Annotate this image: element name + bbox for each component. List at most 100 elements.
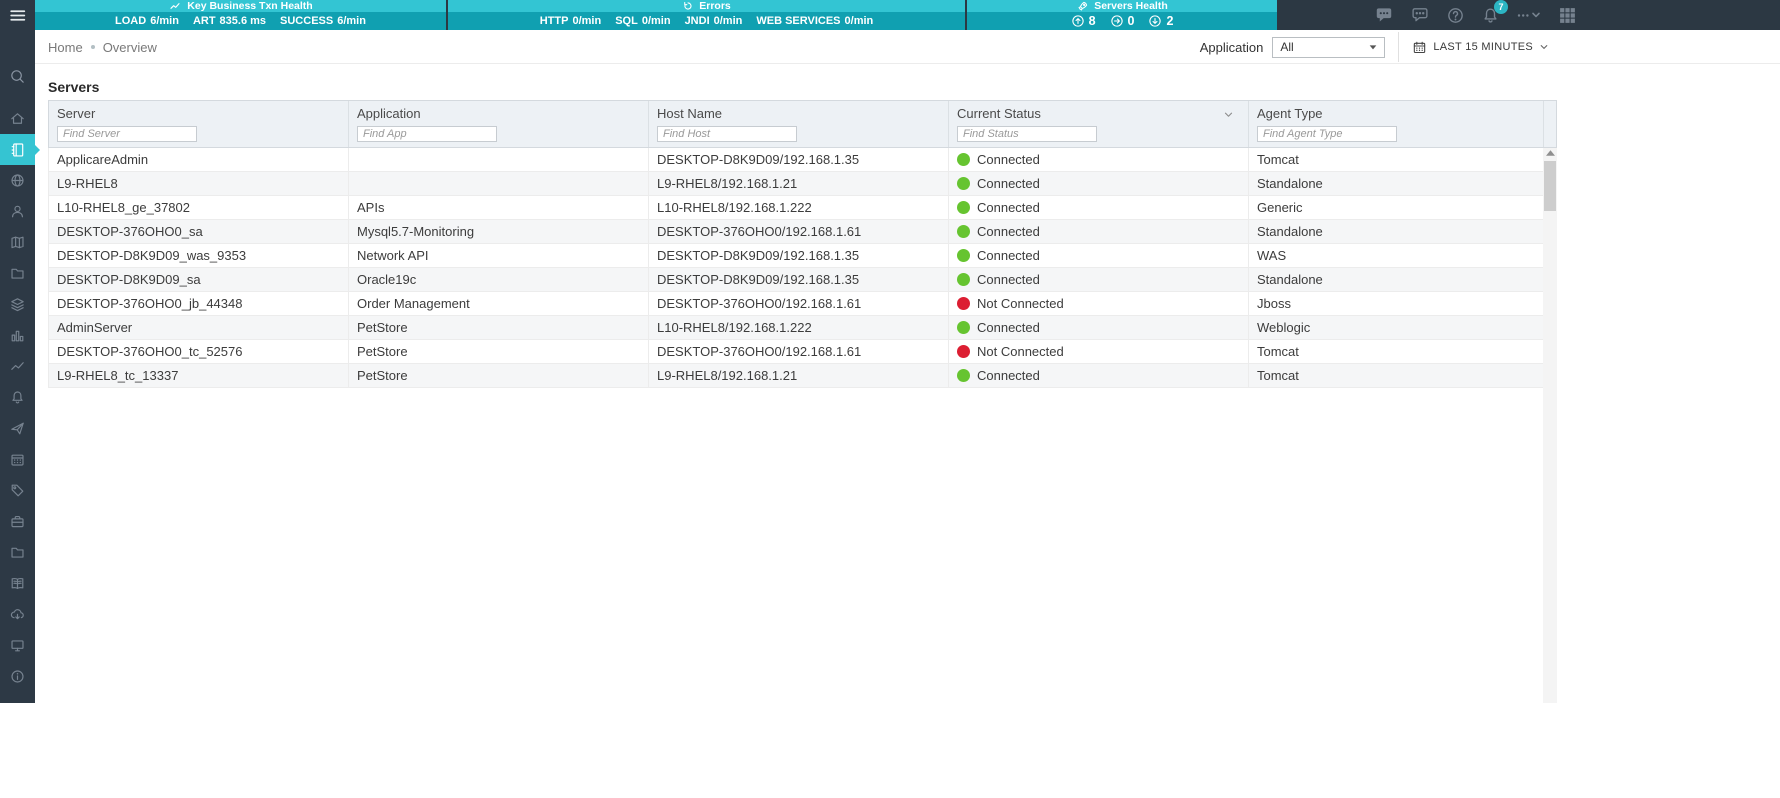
notifications-button[interactable]: 7 (1481, 0, 1508, 25)
hamburger-icon (8, 6, 27, 25)
status-text: Not Connected (977, 344, 1064, 359)
more-icon (1516, 6, 1542, 24)
filter-input-host-name[interactable] (657, 126, 797, 142)
global-filters: Application All LAST 15 MINUTES (1200, 30, 1549, 64)
sidebar-item-toolbox[interactable] (0, 506, 35, 537)
sidebar-item-users[interactable] (0, 196, 35, 227)
table-header: Server Application Host Name Current Status… (48, 100, 1557, 148)
sidebar-item-tags[interactable] (0, 475, 35, 506)
table-row[interactable]: DESKTOP-D8K9D09_sa Oracle19c DESKTOP-D8K9D… (48, 268, 1544, 292)
sidebar-item-analytics[interactable] (0, 351, 35, 382)
column-header-host-name[interactable]: Host Name (649, 101, 949, 147)
cell-application: Order Management (357, 296, 470, 311)
sidebar-item-consoles[interactable] (0, 630, 35, 661)
table-row[interactable]: DESKTOP-376OHO0_tc_52576 PetStore DESKTOP-… (48, 340, 1544, 364)
book-icon (9, 575, 26, 592)
apps-grid-button[interactable] (1558, 6, 1577, 25)
application-filter-label: Application (1199, 39, 1264, 55)
kpi-panel[interactable]: Errors HTTP 0/min SQL 0/min JNDI 0/min WEB SERV… (448, 0, 965, 30)
sidebar-item-transactions[interactable] (0, 227, 35, 258)
cell-server: L10-RHEL8_ge_37802 (57, 200, 190, 215)
calendar-icon (9, 451, 26, 468)
breadcrumb-item-overview[interactable]: Overview (103, 40, 157, 55)
scrollbar-thumb[interactable] (1544, 161, 1556, 211)
folder-icon (9, 544, 26, 561)
kpi-metric-label: JNDI (684, 15, 710, 27)
sidebar-item-logs[interactable] (0, 568, 35, 599)
help-button[interactable] (1446, 6, 1465, 25)
sidebar-item-integrations[interactable] (0, 289, 35, 320)
sidebar-item-home[interactable] (0, 103, 35, 134)
status-text: Connected (977, 272, 1040, 287)
column-header-application[interactable]: Application (349, 101, 649, 147)
application-select[interactable]: All (1272, 36, 1386, 58)
hamburger-menu-button[interactable] (0, 0, 35, 30)
filter-divider (1398, 32, 1400, 62)
kpi-metric-value: 0/min (572, 15, 602, 27)
user-icon (9, 203, 26, 220)
table-row[interactable]: DESKTOP-376OHO0_jb_44348 Order Management… (48, 292, 1544, 316)
cell-agent: Tomcat (1257, 344, 1299, 359)
table-row[interactable]: L9-RHEL8 L9-RHEL8/192.168.1.21 Connected St… (48, 172, 1544, 196)
kpi-panel[interactable]: Key Business Txn Health LOAD 6/min ART 835.6… (35, 0, 446, 30)
sidebar-item-applications[interactable] (0, 165, 35, 196)
table-row[interactable]: AdminServer PetStore L10-RHEL8/192.168.1.2… (48, 316, 1544, 340)
cell-application: PetStore (357, 368, 408, 383)
scroll-up-button[interactable] (1543, 150, 1557, 156)
status-text: Connected (977, 224, 1040, 239)
sidebar-item-notifications[interactable] (0, 413, 35, 444)
column-header-current-status[interactable]: Current Status (949, 101, 1249, 147)
status-dot (957, 225, 970, 238)
chat-filled-button[interactable] (1374, 5, 1394, 25)
application-select-value: All (1280, 40, 1294, 54)
sidebar-item-about[interactable] (0, 661, 35, 692)
sidebar-item-files[interactable] (0, 537, 35, 568)
kpi-metric-label: WEB SERVICES (756, 15, 841, 27)
filter-input-application[interactable] (357, 126, 497, 142)
time-range-select[interactable]: LAST 15 MINUTES (1412, 40, 1549, 55)
sidebar-item-cloud[interactable] (0, 599, 35, 630)
sidebar-item-reports[interactable] (0, 320, 35, 351)
globe-icon (9, 172, 26, 189)
cell-host: L10-RHEL8/192.168.1.222 (657, 320, 812, 335)
kpi-metric-label: ART (192, 15, 216, 27)
kpi-metric-value: 0/min (844, 15, 874, 27)
dropdown-arrow-icon (1367, 41, 1379, 53)
trend-icon (9, 358, 26, 375)
cell-host: DESKTOP-376OHO0/192.168.1.61 (657, 344, 862, 359)
sidebar-item-servers[interactable] (0, 134, 40, 165)
kpi-metric-value: 6/min (150, 15, 179, 27)
filter-input-server[interactable] (57, 126, 197, 142)
kpi-panel[interactable]: Servers Health 8 0 2 (967, 0, 1277, 30)
kpi-panel-title: Errors (699, 0, 731, 12)
sidebar-item-alerts[interactable] (0, 382, 35, 413)
kpi-metric-label: LOAD (115, 15, 147, 27)
column-header-agent-type[interactable]: Agent Type (1249, 101, 1544, 147)
table-row[interactable]: ApplicareAdmin DESKTOP-D8K9D09/192.168.1.… (48, 148, 1544, 172)
arrow-up-circle-icon (1071, 14, 1085, 28)
table-row[interactable]: L10-RHEL8_ge_37802 APIs L10-RHEL8/192.168.… (48, 196, 1544, 220)
status-text: Connected (977, 248, 1040, 263)
chat-outline-button[interactable] (1410, 5, 1430, 25)
filter-input-current-status[interactable] (957, 126, 1097, 142)
cell-server: L9-RHEL8 (57, 176, 118, 191)
breadcrumb-item-home[interactable]: Home (48, 40, 83, 55)
sidebar-item-schedules[interactable] (0, 444, 35, 475)
kpi-metric-label: HTTP (539, 15, 569, 27)
sort-chevron-icon[interactable] (1223, 108, 1234, 123)
server-health-right: 0 (1110, 14, 1134, 28)
status-dot (957, 321, 970, 334)
table-row[interactable]: L9-RHEL8_tc_13337 PetStore L9-RHEL8/192.16… (48, 364, 1544, 388)
column-header-server[interactable]: Server (49, 101, 349, 147)
sidebar-item-repository[interactable] (0, 258, 35, 289)
more-button[interactable] (1516, 6, 1542, 24)
table-scrollbar[interactable] (1543, 148, 1557, 703)
cell-agent: Tomcat (1257, 152, 1299, 167)
table-row[interactable]: DESKTOP-376OHO0_sa Mysql5.7-Monitoring DES… (48, 220, 1544, 244)
sidebar-search-button[interactable] (0, 61, 35, 91)
table-row[interactable]: DESKTOP-D8K9D09_was_9353 Network API DESKT… (48, 244, 1544, 268)
bar-chart-icon (9, 327, 26, 344)
cell-application: PetStore (357, 344, 408, 359)
status-dot (957, 153, 970, 166)
filter-input-agent-type[interactable] (1257, 126, 1397, 142)
